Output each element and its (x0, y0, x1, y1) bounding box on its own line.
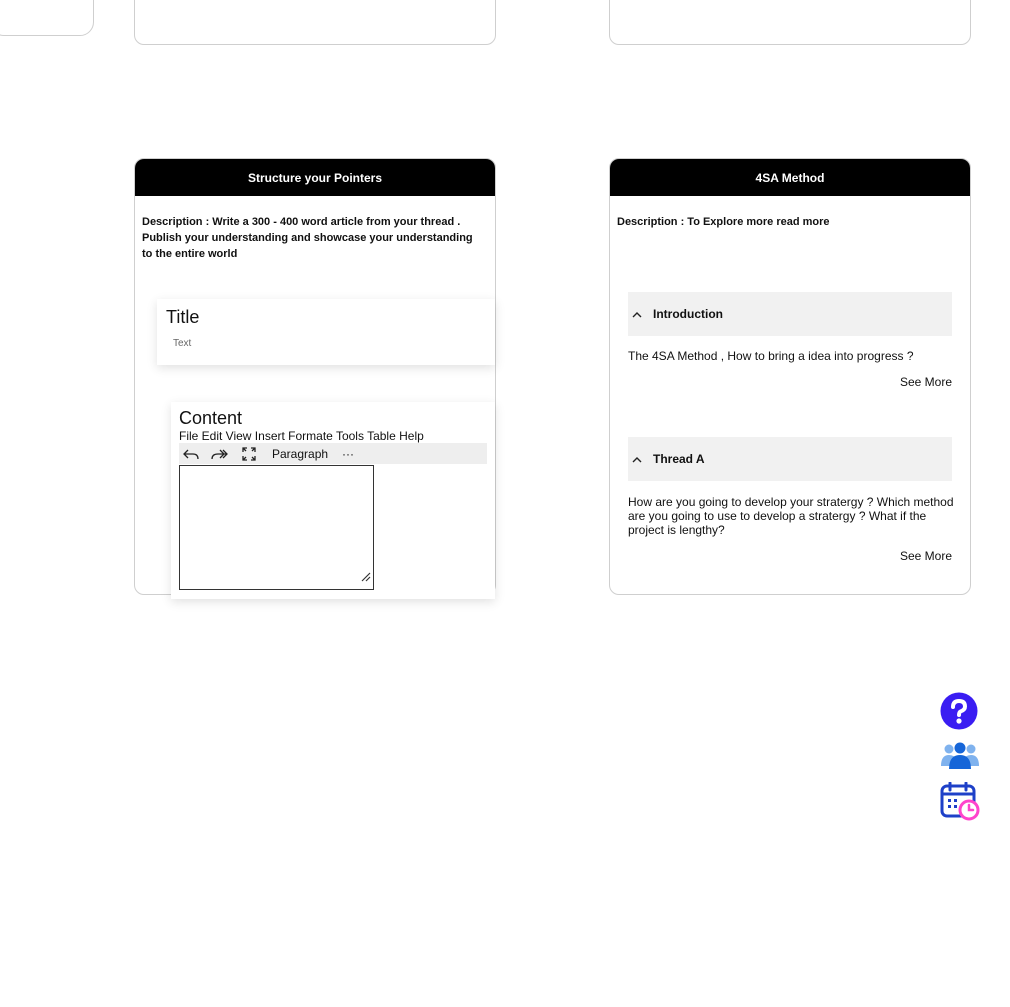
card-description: Description : To Explore more read more (617, 216, 830, 228)
help-icon[interactable] (940, 692, 978, 735)
chevron-up-icon (632, 456, 644, 463)
editor-toolbar: Paragraph ··· (179, 443, 487, 464)
previous-card-stub-right (609, 0, 971, 45)
content-textarea[interactable] (179, 465, 374, 590)
structure-pointers-card: Structure your Pointers Description : Wr… (134, 158, 496, 599)
fullscreen-icon[interactable] (239, 445, 259, 463)
block-format-select[interactable]: Paragraph (272, 447, 328, 461)
4sa-method-card: 4SA Method Description : To Explore more… (609, 158, 971, 595)
content-heading: Content (179, 408, 243, 428)
redo-icon[interactable] (210, 445, 230, 463)
chevron-up-icon (632, 311, 644, 318)
title-panel: Title Text (157, 299, 495, 365)
card-header: Structure your Pointers (135, 159, 495, 196)
editor-menubar[interactable]: File Edit View Insert Formate Tools Tabl… (179, 429, 424, 443)
team-icon[interactable] (940, 742, 980, 775)
calendar-clock-icon[interactable] (940, 781, 980, 827)
section-body: How are you going to develop your strate… (628, 495, 954, 537)
title-heading: Title (166, 307, 200, 327)
section-title: Introduction (653, 307, 723, 321)
more-icon[interactable]: ··· (342, 447, 354, 461)
previous-card-stub-left (134, 0, 496, 45)
content-editor-panel: Content File Edit View Insert Formate To… (171, 402, 495, 599)
see-more-link[interactable]: See More (900, 549, 952, 563)
section-body: The 4SA Method , How to bring a idea int… (628, 349, 914, 363)
see-more-link[interactable]: See More (900, 375, 952, 389)
accordion-header-thread-a[interactable]: Thread A (628, 437, 952, 481)
section-title: Thread A (653, 452, 705, 466)
undo-icon[interactable] (181, 445, 201, 463)
title-input[interactable]: Text (173, 338, 191, 349)
resize-handle-icon[interactable] (360, 569, 371, 587)
card-header: 4SA Method (610, 159, 970, 196)
previous-panel-stub (0, 0, 94, 36)
card-description: Description : Write a 300 - 400 word art… (142, 216, 473, 260)
accordion-header-introduction[interactable]: Introduction (628, 292, 952, 336)
